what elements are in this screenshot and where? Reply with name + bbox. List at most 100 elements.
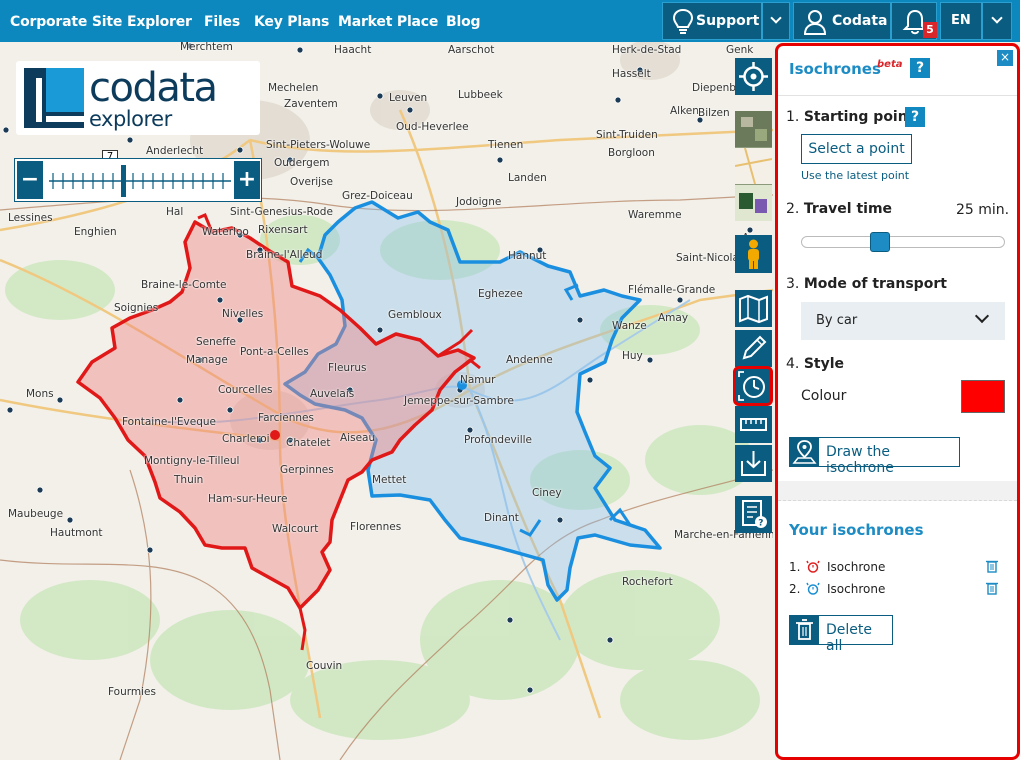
map-place-label: Gembloux bbox=[388, 309, 442, 321]
nav-link-corporate-site[interactable]: Corporate Site bbox=[10, 0, 122, 42]
map-place-label: Dinant bbox=[484, 512, 519, 524]
step-label: Style bbox=[803, 356, 845, 372]
isochrone-number: 2. bbox=[789, 582, 801, 596]
map-place-label: Aiseau bbox=[340, 432, 376, 444]
isochrone-blue-icon bbox=[806, 582, 820, 595]
nav-link-market-place[interactable]: Market Place bbox=[338, 0, 438, 42]
trash-icon bbox=[796, 619, 813, 640]
delete-all-button[interactable]: Delete all bbox=[789, 615, 893, 654]
map-place-label: Landen bbox=[508, 172, 547, 184]
isochrone-red-icon bbox=[806, 560, 820, 573]
map-place-label: Mechelen bbox=[268, 82, 319, 94]
map-place-label: Grez-Doiceau bbox=[342, 190, 413, 202]
zoom-in-button[interactable]: + bbox=[234, 161, 260, 199]
travel-time-slider-handle[interactable] bbox=[870, 232, 890, 252]
colour-picker-swatch[interactable] bbox=[961, 380, 1005, 413]
transport-mode-select[interactable]: By car bbox=[801, 302, 1005, 340]
nav-link-explorer[interactable]: Explorer bbox=[127, 0, 192, 42]
step-label: Starting point bbox=[803, 109, 915, 125]
red-start-point bbox=[270, 430, 280, 440]
user-icon bbox=[803, 10, 827, 35]
use-latest-point-link[interactable]: Use the latest point bbox=[801, 169, 909, 182]
map-place-label: Farciennes bbox=[258, 412, 314, 424]
map-place-label: Waterloo bbox=[202, 226, 249, 238]
map-place-label: Zaventem bbox=[284, 98, 338, 110]
map-place-label: Braine-l'Alleud bbox=[246, 249, 323, 261]
panel-title: Isochrones bbox=[789, 60, 881, 78]
pencil-icon bbox=[742, 335, 767, 360]
measure-tool-button[interactable] bbox=[735, 406, 772, 443]
nav-link-files[interactable]: Files bbox=[204, 0, 240, 42]
map-place-label: Amay bbox=[658, 312, 689, 324]
map-place-label: Auvelais bbox=[310, 388, 355, 400]
isochrone-name: Isochrone bbox=[827, 560, 886, 574]
map-place-label: Walcourt bbox=[272, 523, 319, 535]
zoom-control: − + bbox=[14, 158, 262, 202]
map-place-label: Fleurus bbox=[328, 362, 367, 374]
top-navigation-bar: Corporate Site Explorer Files Key Plans … bbox=[0, 0, 1020, 42]
support-button[interactable]: Support bbox=[662, 2, 762, 40]
logo-text-explorer: explorer bbox=[89, 107, 172, 131]
map-place-label: Namur bbox=[460, 374, 496, 386]
draw-isochrone-button[interactable]: Draw the isochrone bbox=[789, 437, 960, 476]
notifications-button[interactable]: 5 bbox=[891, 2, 937, 40]
trash-icon[interactable] bbox=[986, 581, 998, 595]
chevron-down-icon bbox=[974, 308, 990, 324]
basemap-switcher[interactable] bbox=[735, 111, 772, 221]
isochrone-list-item[interactable]: 1. Isochrone bbox=[789, 558, 1004, 576]
help-document-button[interactable]: ? bbox=[735, 496, 772, 533]
crosshair-icon bbox=[739, 62, 768, 91]
map-place-label: Lubbeek bbox=[458, 89, 503, 101]
your-isochrones-title: Your isochrones bbox=[789, 521, 924, 539]
map-layers-button[interactable] bbox=[735, 290, 772, 327]
map-place-label: Flémalle-Grande bbox=[628, 284, 716, 296]
language-dropdown-button[interactable] bbox=[982, 2, 1012, 40]
map-place-label: Leuven bbox=[389, 92, 428, 104]
map-place-label: Fontaine-l'Eveque bbox=[122, 416, 217, 428]
svg-text:?: ? bbox=[758, 519, 763, 529]
ruler-icon bbox=[740, 418, 767, 431]
select-point-button[interactable]: Select a point bbox=[801, 134, 912, 164]
map-place-label: Ciney bbox=[532, 487, 562, 499]
map-place-label: Alken bbox=[670, 105, 699, 117]
step-style: 4. Style bbox=[786, 356, 844, 372]
nav-link-key-plans[interactable]: Key Plans bbox=[254, 0, 329, 42]
zoom-slider[interactable] bbox=[47, 161, 233, 201]
panel-help-button[interactable]: ? bbox=[910, 58, 930, 78]
map-place-label: Mons bbox=[26, 388, 54, 400]
travel-time-slider[interactable] bbox=[801, 232, 1005, 252]
map-place-label: Ham-sur-Heure bbox=[208, 493, 288, 505]
map-place-label: Andenne bbox=[506, 354, 553, 366]
support-label: Support bbox=[696, 13, 760, 29]
codata-explorer-logo: codata explorer bbox=[16, 61, 260, 135]
trash-icon[interactable] bbox=[986, 559, 998, 573]
map-place-label: Jemeppe-sur-Sambre bbox=[404, 395, 514, 407]
panel-close-button[interactable]: × bbox=[997, 50, 1013, 66]
user-label: Codata bbox=[832, 13, 888, 29]
map-place-label: Profondeville bbox=[464, 434, 532, 446]
language-button[interactable]: EN bbox=[940, 2, 982, 40]
zoom-out-button[interactable]: − bbox=[17, 161, 43, 199]
map-place-label: Eghezee bbox=[478, 288, 523, 300]
download-button[interactable] bbox=[735, 445, 772, 482]
starting-point-help-button[interactable]: ? bbox=[905, 107, 925, 127]
map-place-label: Pont-a-Celles bbox=[240, 346, 309, 358]
map-place-label: Jodoigne bbox=[456, 196, 502, 208]
transport-mode-value: By car bbox=[816, 313, 858, 328]
nav-link-blog[interactable]: Blog bbox=[446, 0, 481, 42]
draw-tool-button[interactable] bbox=[735, 330, 772, 367]
street-view-button[interactable] bbox=[735, 235, 772, 273]
basemap-thumbnails-icon bbox=[735, 111, 772, 221]
delete-all-label: Delete all bbox=[826, 622, 872, 654]
isochrone-tool-button[interactable] bbox=[733, 366, 773, 406]
map-place-label: Gerpinnes bbox=[280, 464, 334, 476]
isochrone-list-item[interactable]: 2. Isochrone bbox=[789, 580, 1004, 598]
map-place-label: Waremme bbox=[628, 209, 682, 221]
map-place-label: Mettet bbox=[372, 474, 407, 486]
support-dropdown-button[interactable] bbox=[762, 2, 790, 40]
pegman-icon bbox=[748, 239, 759, 269]
notification-badge: 5 bbox=[923, 22, 937, 38]
user-account-button[interactable]: Codata bbox=[793, 2, 891, 40]
locate-me-button[interactable] bbox=[735, 58, 772, 95]
draw-isochrone-icon-box bbox=[790, 438, 819, 466]
